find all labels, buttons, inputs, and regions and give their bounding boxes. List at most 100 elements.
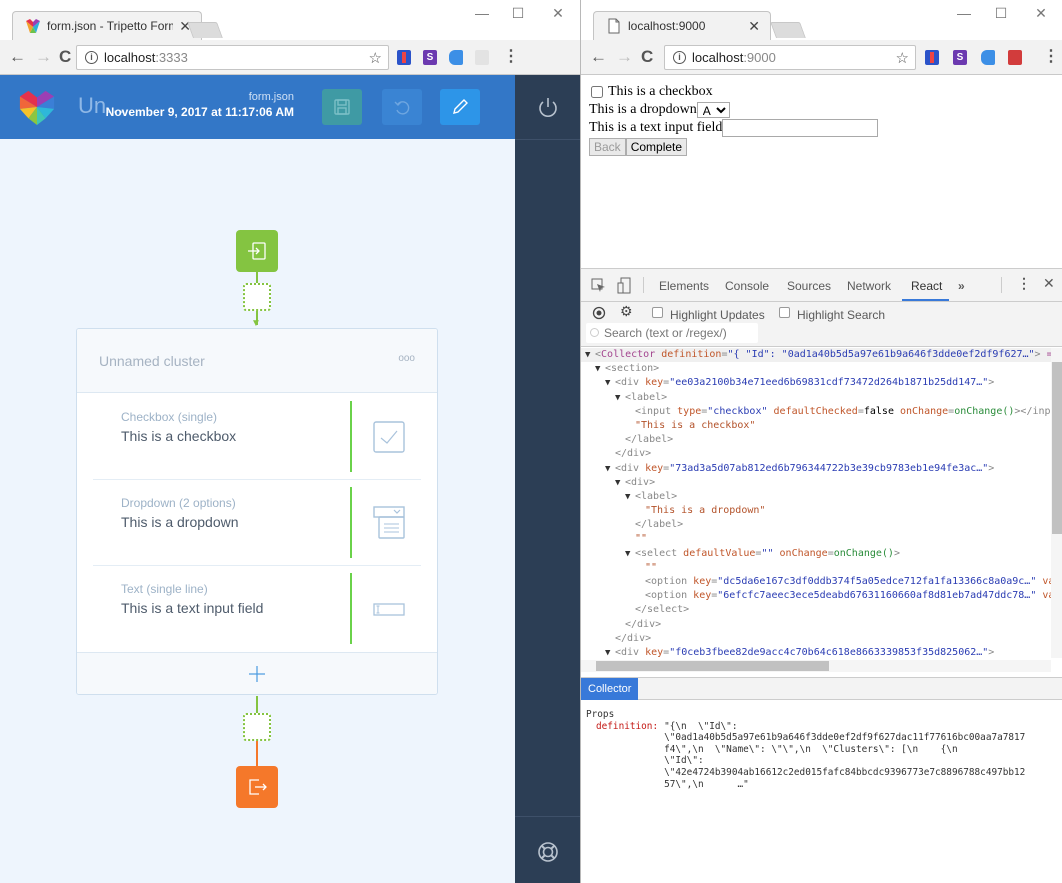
new-tab-button[interactable] xyxy=(770,22,806,38)
react-extension-icon[interactable] xyxy=(475,50,489,65)
tab-sources[interactable]: Sources xyxy=(787,279,831,293)
undo-button[interactable] xyxy=(382,89,422,125)
tree-node-div[interactable]: ▼ <div key="73ad3a5d07ab812ed6b796344722b… xyxy=(581,462,1051,476)
tree-text-node[interactable]: "This is a dropdown" xyxy=(581,504,1051,518)
info-icon[interactable]: i xyxy=(85,51,98,64)
tree-node-div[interactable]: ▼ <div key="f0ceb3fbee82de9acc4c70b64c618… xyxy=(581,646,1051,660)
react-extension-icon[interactable] xyxy=(1008,50,1022,65)
bookmark-star-icon[interactable]: ☆ xyxy=(369,49,382,67)
browser-tab-tripetto[interactable]: form.json - Tripetto Form ✕ xyxy=(12,11,202,40)
cluster-name[interactable]: Unnamed cluster xyxy=(99,353,205,369)
tree-text-node[interactable]: "" xyxy=(581,561,1051,575)
bookmark-star-icon[interactable]: ☆ xyxy=(896,49,909,67)
lighthouse-extension-icon[interactable] xyxy=(925,50,939,65)
side-pane-tabbar: Collector xyxy=(581,677,1062,700)
forward-arrow-icon[interactable]: → xyxy=(616,47,633,67)
tree-node-div[interactable]: ▼ <div key="ee03a2100b34e71eed6b69831cdf7… xyxy=(581,376,1051,390)
new-tab-button[interactable] xyxy=(187,22,223,38)
cluster-card[interactable]: Unnamed cluster ooo Checkbox (single) Th… xyxy=(76,328,438,695)
component-tree[interactable]: ▼ <Collector definition="{ "Id": "0ad1a40… xyxy=(581,348,1051,660)
more-tabs-button[interactable]: » xyxy=(958,279,965,293)
active-tab-indicator xyxy=(902,299,949,301)
insert-point[interactable] xyxy=(243,713,271,741)
form-checkbox[interactable] xyxy=(591,86,603,98)
tree-horizontal-scrollbar[interactable] xyxy=(581,660,1051,672)
tag-extension-icon[interactable] xyxy=(981,50,995,65)
tab-console[interactable]: Console xyxy=(725,279,769,293)
browser-toolbar: ← → C i localhost:9000 ☆ S ⋮ xyxy=(581,40,1062,75)
scrollbar-thumb[interactable] xyxy=(596,661,829,671)
more-options-icon[interactable]: ooo xyxy=(398,353,415,364)
component-search-input[interactable]: Search (text or /regex/) xyxy=(586,323,758,343)
add-block-button[interactable] xyxy=(77,652,437,694)
tab-collector[interactable]: Collector xyxy=(581,678,639,700)
tree-node-option[interactable]: <option key="dc5da6e167c3df0ddb374f5a05e… xyxy=(581,575,1051,589)
block-text[interactable]: Text (single line) This is a text input … xyxy=(77,566,437,652)
tree-vertical-scrollbar[interactable] xyxy=(1051,348,1062,658)
flow-canvas[interactable]: ▼ Unnamed cluster ooo Checkbox (single) … xyxy=(0,139,515,883)
minimize-button[interactable]: — xyxy=(944,2,984,24)
tree-node-label[interactable]: ▼ <label> xyxy=(581,391,1051,405)
back-arrow-icon[interactable]: ← xyxy=(9,47,26,67)
minimize-button[interactable]: — xyxy=(462,2,502,24)
s-extension-icon[interactable]: S xyxy=(953,50,967,65)
forward-arrow-icon[interactable]: → xyxy=(35,47,52,67)
settings-gear-icon[interactable]: ⚙ xyxy=(620,303,633,320)
close-window-button[interactable]: ✕ xyxy=(1021,2,1061,24)
tree-node-div[interactable]: ▼ <div> xyxy=(581,476,1051,490)
reload-icon[interactable]: C xyxy=(59,47,71,67)
start-node[interactable] xyxy=(236,230,278,272)
form-dropdown[interactable]: A xyxy=(696,102,730,118)
tab-elements[interactable]: Elements xyxy=(659,279,709,293)
device-toolbar-icon[interactable] xyxy=(617,277,631,294)
address-bar[interactable]: i localhost:3333 ☆ xyxy=(76,45,389,70)
complete-button[interactable]: Complete xyxy=(625,138,688,156)
tab-network[interactable]: Network xyxy=(847,279,891,293)
scrollbar-thumb[interactable] xyxy=(1052,362,1062,534)
close-devtools-icon[interactable]: ✕ xyxy=(1043,276,1055,290)
browser-menu-icon[interactable]: ⋮ xyxy=(503,47,519,67)
end-node[interactable] xyxy=(236,766,278,808)
power-icon[interactable] xyxy=(535,94,561,120)
tree-text-node[interactable]: "This is a checkbox" xyxy=(581,419,1051,433)
highlight-updates-checkbox[interactable] xyxy=(652,307,663,318)
browser-tab-localhost[interactable]: localhost:9000 ✕ xyxy=(593,11,771,40)
help-lifebuoy-icon[interactable] xyxy=(535,839,561,865)
tree-node-option[interactable]: <option key="6efcfc7aeec3ece5deabd676311… xyxy=(581,589,1051,603)
tab-react[interactable]: React xyxy=(911,279,942,293)
highlight-search-checkbox[interactable] xyxy=(779,307,790,318)
lighthouse-extension-icon[interactable] xyxy=(397,50,411,65)
tree-node-input[interactable]: <input type="checkbox" defaultChecked=fa… xyxy=(581,405,1051,419)
prop-value[interactable]: "{\n \"Id\": \"0ad1a40b5d5a97e61b9a646f3d… xyxy=(658,721,1025,791)
save-button[interactable] xyxy=(322,89,362,125)
insert-point[interactable] xyxy=(243,283,271,311)
edit-button[interactable] xyxy=(440,89,480,125)
maximize-button[interactable]: ☐ xyxy=(498,2,538,24)
dropdown-label: This is a dropdown xyxy=(589,102,697,117)
s-extension-icon[interactable]: S xyxy=(423,50,437,65)
locate-target-icon[interactable] xyxy=(592,306,606,320)
info-icon[interactable]: i xyxy=(673,51,686,64)
tag-extension-icon[interactable] xyxy=(449,50,463,65)
reload-icon[interactable]: C xyxy=(641,47,653,67)
inspect-element-icon[interactable] xyxy=(591,278,606,293)
tree-text-node[interactable]: "" xyxy=(581,532,1051,546)
devtools-menu-icon[interactable]: ⋮ xyxy=(1017,276,1031,290)
tree-node-section[interactable]: ▼ <section> xyxy=(581,362,1051,376)
tab-close-icon[interactable]: ✕ xyxy=(748,18,760,35)
block-checkbox[interactable]: Checkbox (single) This is a checkbox xyxy=(77,394,437,480)
tab-title: form.json - Tripetto Form xyxy=(47,19,174,33)
back-arrow-icon[interactable]: ← xyxy=(590,47,607,67)
file-date: November 9, 2017 at 11:17:06 AM xyxy=(105,105,294,119)
url-port: :3333 xyxy=(155,50,188,65)
tree-node-label[interactable]: ▼ <label> xyxy=(581,490,1051,504)
tree-node-collector[interactable]: ▼ <Collector definition="{ "Id": "0ad1a40… xyxy=(581,348,1051,363)
tree-node-select[interactable]: ▼ <select defaultValue="" onChange=onChan… xyxy=(581,547,1051,561)
back-button[interactable]: Back xyxy=(589,138,626,156)
block-dropdown[interactable]: Dropdown (2 options) This is a dropdown xyxy=(77,480,437,566)
maximize-button[interactable]: ☐ xyxy=(981,2,1021,24)
form-text-input[interactable] xyxy=(722,119,879,137)
browser-menu-icon[interactable]: ⋮ xyxy=(1043,47,1059,67)
address-bar[interactable]: i localhost:9000 ☆ xyxy=(664,45,916,70)
close-window-button[interactable]: ✕ xyxy=(538,2,578,24)
